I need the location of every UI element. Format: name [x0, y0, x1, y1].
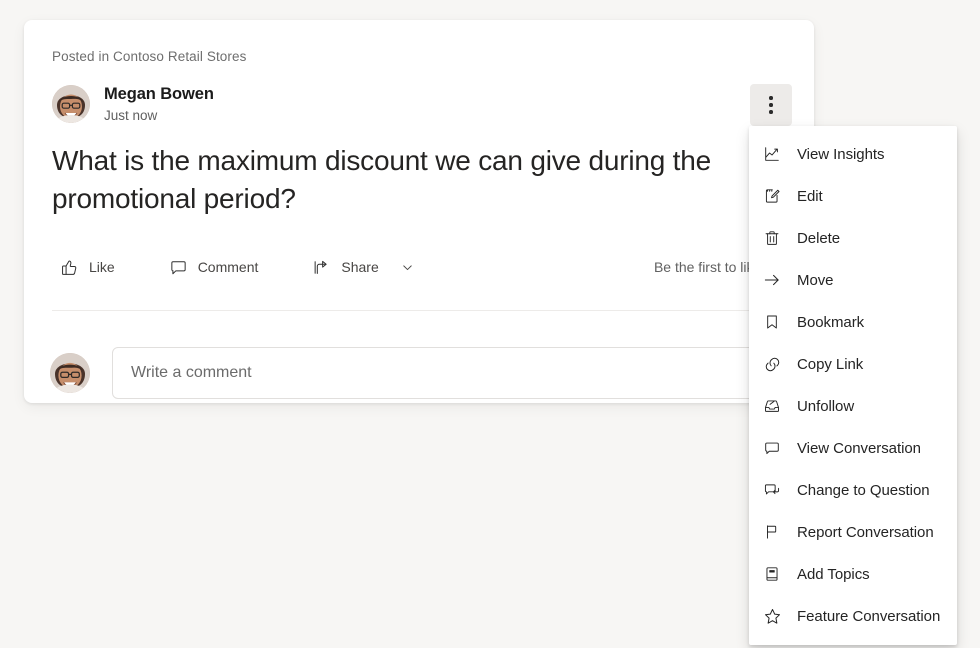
comment-bubble-icon: [169, 258, 188, 277]
author-meta: Megan Bowen Just now: [104, 85, 214, 124]
thumbs-up-icon: [60, 258, 79, 277]
card-divider: [52, 310, 787, 311]
avatar[interactable]: [52, 85, 90, 124]
comment-button[interactable]: Comment: [161, 252, 267, 283]
trash-icon: [762, 228, 782, 248]
menu-item-edit[interactable]: Edit: [749, 175, 957, 217]
topics-book-icon: [762, 564, 782, 584]
author-name[interactable]: Megan Bowen: [104, 85, 214, 105]
author-row: Megan Bowen Just now: [52, 85, 214, 124]
menu-item-label: Unfollow: [797, 397, 855, 415]
menu-item-add-topics[interactable]: Add Topics: [749, 553, 957, 595]
share-arrow-icon: [312, 258, 331, 277]
menu-item-copy-link[interactable]: Copy Link: [749, 343, 957, 385]
share-label: Share: [341, 259, 379, 275]
avatar[interactable]: [50, 353, 90, 393]
menu-item-label: Report Conversation: [797, 523, 934, 541]
more-vertical-icon: [769, 103, 773, 107]
like-button[interactable]: Like: [52, 252, 123, 283]
menu-item-label: View Conversation: [797, 439, 921, 457]
insights-chart-icon: [762, 144, 782, 164]
comment-label: Comment: [197, 259, 259, 275]
posted-in-label: Posted in Contoso Retail Stores: [52, 49, 247, 64]
menu-item-label: Move: [797, 271, 834, 289]
menu-item-report-conversation[interactable]: Report Conversation: [749, 511, 957, 553]
menu-item-view-conversation[interactable]: View Conversation: [749, 427, 957, 469]
menu-item-feature-conversation[interactable]: Feature Conversation: [749, 595, 957, 637]
star-icon: [762, 606, 782, 626]
menu-item-unfollow[interactable]: Unfollow: [749, 385, 957, 427]
post-body-text: What is the maximum discount we can give…: [52, 145, 711, 214]
menu-item-label: Bookmark: [797, 313, 865, 331]
post-timestamp: Just now: [104, 107, 158, 123]
menu-item-label: Edit: [797, 187, 823, 205]
bookmark-icon: [762, 312, 782, 332]
menu-item-move[interactable]: Move: [749, 259, 957, 301]
menu-item-label: Feature Conversation: [797, 607, 941, 625]
conversation-bubble-icon: [762, 438, 782, 458]
comment-input[interactable]: [112, 347, 790, 399]
unfollow-inbox-icon: [762, 396, 782, 416]
menu-item-delete[interactable]: Delete: [749, 217, 957, 259]
post-action-bar: Like Comment Share Be the first to like …: [52, 246, 787, 288]
comment-composer-row: [50, 347, 790, 399]
menu-item-bookmark[interactable]: Bookmark: [749, 301, 957, 343]
flag-icon: [762, 522, 782, 542]
post-context-menu: View Insights Edit Delete Move Bookmark …: [749, 126, 957, 645]
menu-item-label: Add Topics: [797, 565, 870, 583]
menu-item-label: Copy Link: [797, 355, 864, 373]
menu-item-label: Change to Question: [797, 481, 930, 499]
menu-item-view-insights[interactable]: View Insights: [749, 133, 957, 175]
chevron-down-icon[interactable]: [401, 261, 414, 274]
edit-pencil-icon: [762, 186, 782, 206]
post-card: Posted in Contoso Retail Stores Megan Bo…: [24, 20, 814, 403]
like-label: Like: [89, 259, 115, 275]
more-vertical-icon: [769, 110, 773, 114]
menu-item-label: View Insights: [797, 145, 885, 163]
more-vertical-icon: [769, 96, 773, 100]
arrow-right-icon: [762, 270, 782, 290]
menu-item-change-to-question[interactable]: Change to Question: [749, 469, 957, 511]
more-options-button[interactable]: [750, 84, 792, 126]
change-to-question-icon: [762, 480, 782, 500]
share-button[interactable]: Share: [304, 252, 421, 283]
link-icon: [762, 354, 782, 374]
menu-item-label: Delete: [797, 229, 841, 247]
